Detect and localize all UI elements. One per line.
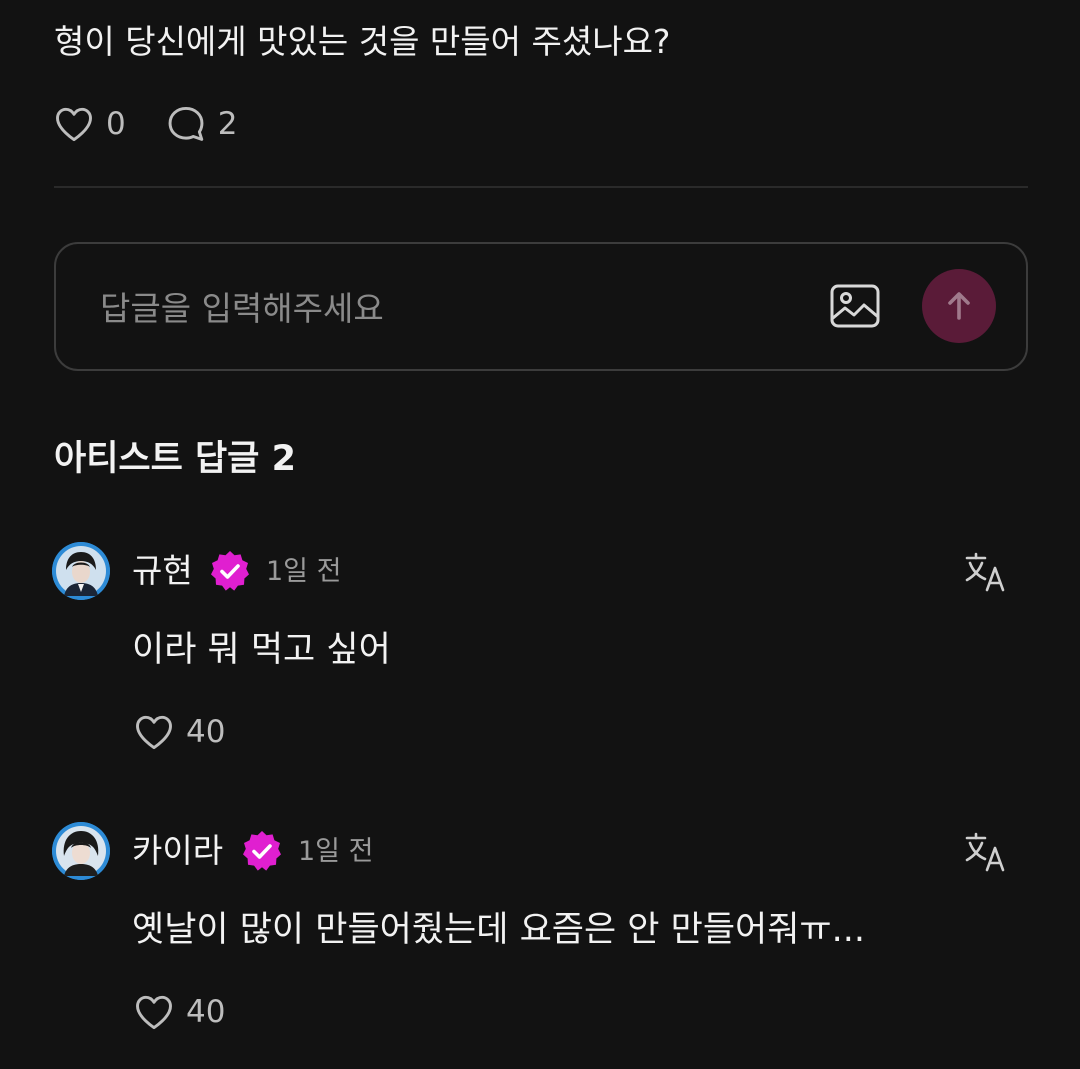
send-reply-button[interactable] bbox=[922, 269, 996, 343]
comment-body: 이라 뭐 먹고 싶어 bbox=[132, 630, 391, 670]
heart-outline-icon bbox=[56, 107, 92, 142]
avatar[interactable] bbox=[52, 542, 110, 600]
comment-item: 카이라 1일 전 옛날이 많이 만들어줬는데 요즘은 안 만들어줘ㅠ... 40 bbox=[52, 822, 1028, 1030]
arrow-up-icon bbox=[948, 292, 970, 320]
post-like-count: 0 bbox=[106, 106, 126, 142]
avatar-image bbox=[52, 542, 110, 600]
post-actions: 0 2 bbox=[52, 102, 237, 146]
speech-bubble-icon bbox=[168, 106, 204, 141]
comment-like-count: 40 bbox=[186, 994, 226, 1030]
reply-input[interactable] bbox=[98, 278, 822, 338]
post-comment-count: 2 bbox=[217, 106, 238, 142]
artist-replies-title: 아티스트 답글 2 bbox=[54, 439, 296, 479]
translate-button[interactable] bbox=[964, 549, 1010, 595]
avatar-image bbox=[52, 822, 110, 880]
verified-badge-icon bbox=[211, 551, 249, 591]
comment-time: 1일 전 bbox=[266, 556, 342, 587]
heart-outline-icon bbox=[136, 995, 172, 1030]
comment-body: 옛날이 많이 만들어줬는데 요즘은 안 만들어줘ㅠ... bbox=[132, 910, 866, 950]
verified-badge-icon bbox=[243, 831, 281, 871]
post-like-button[interactable]: 0 bbox=[52, 102, 126, 146]
avatar[interactable] bbox=[52, 822, 110, 880]
attach-image-button[interactable] bbox=[828, 280, 882, 334]
author-name[interactable]: 카이라 bbox=[132, 827, 223, 875]
translate-icon bbox=[965, 552, 1005, 592]
comment-like-button[interactable]: 40 bbox=[132, 990, 225, 1034]
comment-like-button[interactable]: 40 bbox=[132, 710, 225, 754]
translate-button[interactable] bbox=[964, 829, 1010, 875]
image-icon bbox=[830, 284, 880, 328]
author-name[interactable]: 규현 bbox=[132, 547, 193, 595]
divider bbox=[54, 186, 1028, 188]
comment-item: 규현 1일 전 이라 뭐 먹고 싶어 40 bbox=[52, 542, 1028, 750]
comment-time: 1일 전 bbox=[298, 836, 374, 867]
translate-icon bbox=[965, 832, 1005, 872]
post-detail-page: 형이 당신에게 맛있는 것을 만들어 주셨나요? 0 2 답글을 입력해주세요 … bbox=[0, 0, 1080, 1069]
post-comment-button[interactable]: 2 bbox=[164, 102, 238, 146]
heart-outline-icon bbox=[136, 715, 172, 750]
post-text: 형이 당신에게 맛있는 것을 만들어 주셨나요? bbox=[54, 22, 671, 61]
reply-composer bbox=[54, 242, 1028, 371]
comment-like-count: 40 bbox=[186, 714, 226, 750]
